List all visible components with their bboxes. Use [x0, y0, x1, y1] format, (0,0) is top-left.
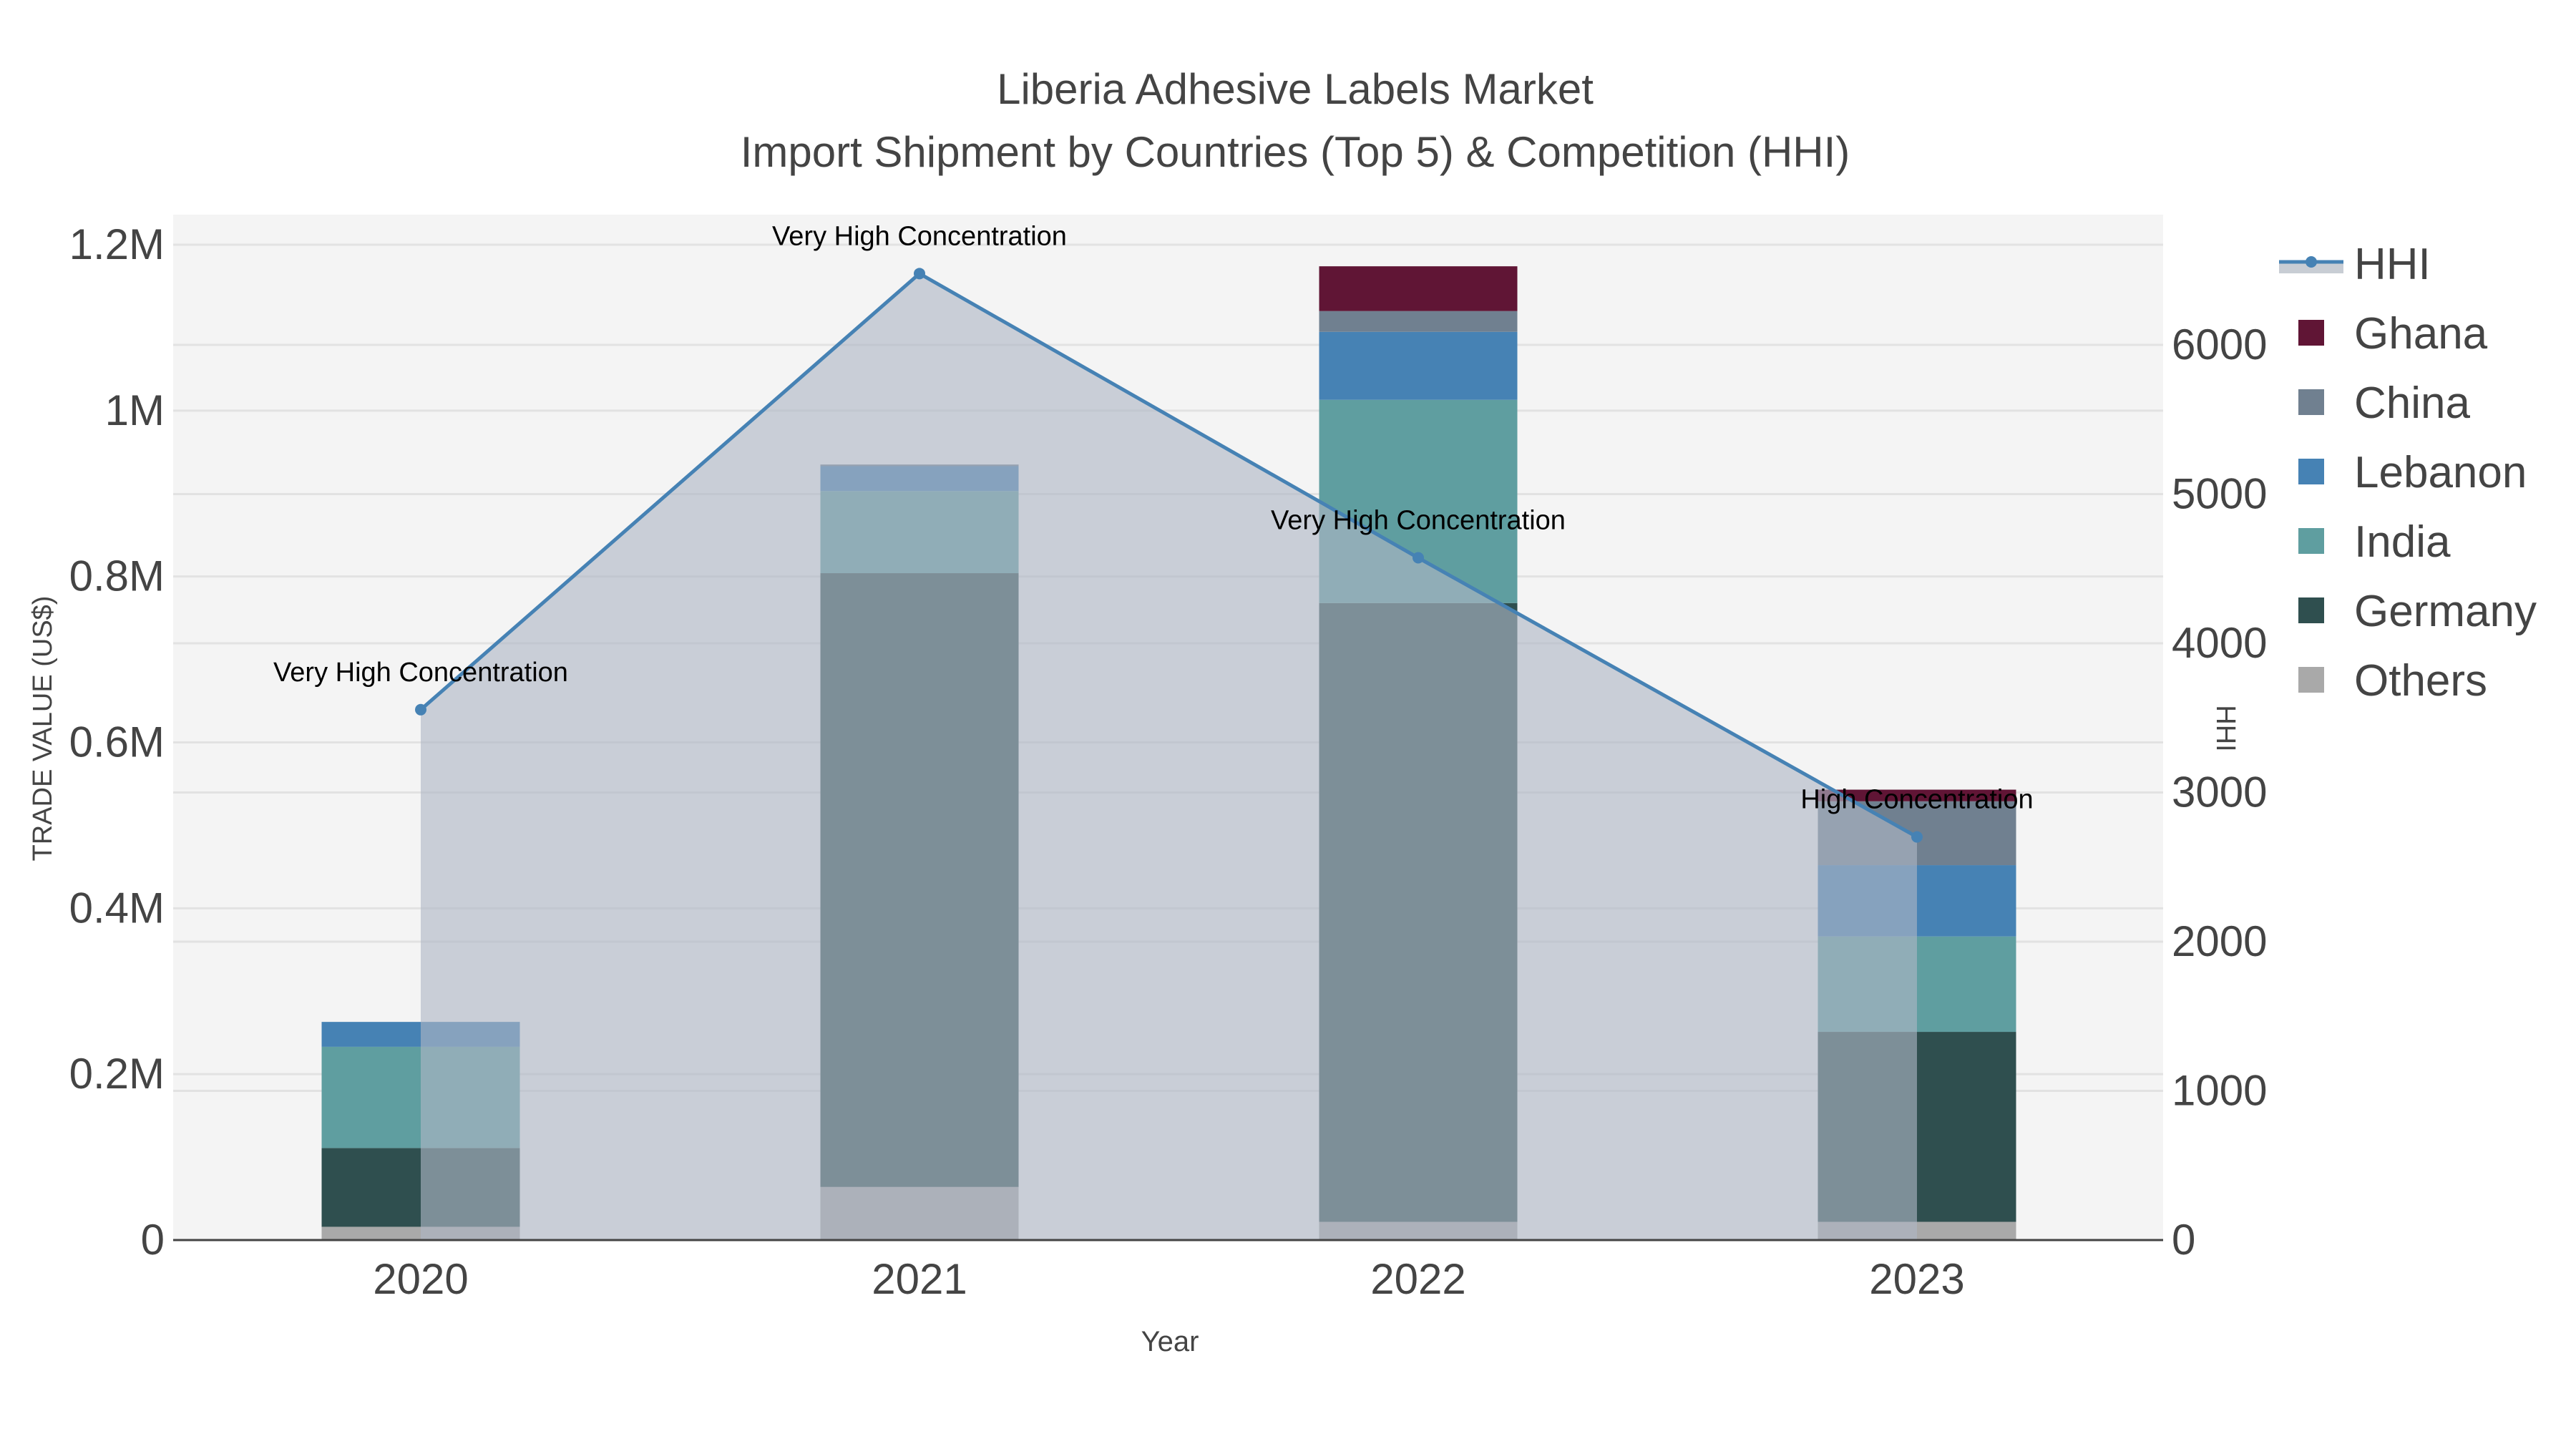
bar-china-2022 [1319, 311, 1518, 332]
x-axis-label: Year [1141, 1326, 1199, 1357]
hhi-annotation: Very High Concentration [1271, 506, 1566, 536]
y-tick-label: 0.4M [69, 884, 165, 932]
y-tick-label: 0.6M [69, 718, 165, 766]
hhi-point [415, 703, 426, 716]
legend-item-china[interactable]: China [2298, 379, 2471, 428]
legend-swatch [2306, 256, 2317, 268]
hhi-point [914, 268, 925, 280]
y-tick-label: 1M [105, 386, 165, 434]
legend-swatch [2298, 528, 2324, 554]
y-tick-label: 0 [141, 1216, 165, 1264]
y2-tick-label: 4000 [2172, 619, 2267, 667]
y-tick-label: 0.8M [69, 552, 165, 600]
legend-swatch [2298, 389, 2324, 415]
x-tick-label: 2023 [1869, 1255, 1964, 1303]
y2-tick-label: 0 [2172, 1216, 2195, 1264]
hhi-annotation: Very High Concentration [772, 221, 1067, 251]
hhi-annotation: High Concentration [1800, 785, 2033, 815]
hhi-annotation: Very High Concentration [273, 658, 568, 688]
x-tick-label: 2022 [1370, 1255, 1465, 1303]
legend-item-lebanon[interactable]: Lebanon [2298, 448, 2527, 497]
legend-swatch [2298, 667, 2324, 693]
legend-swatch [2298, 597, 2324, 623]
y-axis-label: TRADE VALUE (US$) [28, 596, 58, 862]
y2-tick-label: 2000 [2172, 917, 2267, 965]
chart-subtitle: Import Shipment by Countries (Top 5) & C… [741, 128, 1850, 176]
legend-label: China [2354, 379, 2471, 428]
bar-lebanon-2022 [1319, 331, 1518, 400]
legend-label: Germany [2354, 587, 2537, 636]
legend-label: India [2354, 517, 2451, 567]
x-tick-label: 2021 [872, 1255, 967, 1303]
hhi-point [1413, 552, 1424, 564]
legend-label: HHI [2354, 240, 2431, 289]
chart-title: Liberia Adhesive Labels Market [997, 65, 1594, 113]
chart: 0 0.2M 0.4M 0.6M 0.8M 1M 1.2M 0 1000 2000 3000 4000… [28, 65, 2537, 1357]
y2-tick-label: 3000 [2172, 769, 2267, 816]
y-tick-label: 1.2M [69, 220, 165, 268]
legend-swatch [2298, 459, 2324, 484]
legend-label: Lebanon [2354, 448, 2527, 497]
legend-label: Others [2354, 656, 2487, 706]
legend-item-others[interactable]: Others [2298, 656, 2487, 706]
legend-label: Ghana [2354, 309, 2488, 358]
legend-item-germany[interactable]: Germany [2298, 587, 2537, 636]
y2-tick-label: 1000 [2172, 1067, 2267, 1115]
bar-ghana-2022 [1319, 266, 1518, 311]
legend-swatch [2298, 320, 2324, 346]
y2-axis-label: HHI [2210, 705, 2240, 751]
legend: HHI Ghana China Lebanon India Germany Others [2279, 240, 2537, 706]
legend-item-ghana[interactable]: Ghana [2298, 309, 2488, 358]
legend-item-hhi[interactable]: HHI [2279, 240, 2431, 289]
legend-item-india[interactable]: India [2298, 517, 2451, 567]
y2-tick-label: 5000 [2172, 470, 2267, 518]
y2-tick-label: 6000 [2172, 321, 2267, 369]
hhi-point [1911, 831, 1923, 843]
y-tick-label: 0.2M [69, 1050, 165, 1098]
x-tick-label: 2020 [373, 1255, 468, 1303]
